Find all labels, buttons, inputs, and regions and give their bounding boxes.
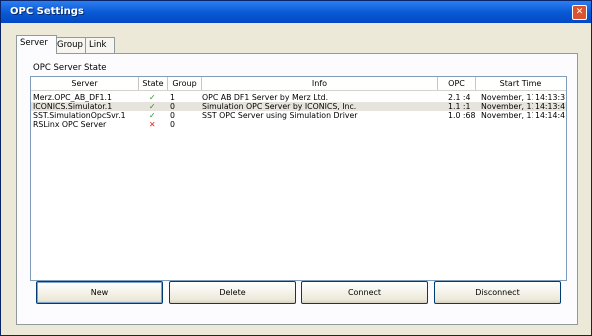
list-item[interactable]: Merz.OPC_AB_DF1.1 ✓ 1 OPC AB DF1 Server … (31, 93, 566, 102)
close-icon[interactable]: ✕ (572, 5, 587, 20)
tab-link[interactable]: Link (85, 37, 115, 53)
start-date: November, 11 (481, 93, 533, 102)
list-item[interactable]: RSLinx OPC Server ✕ 0 (31, 120, 566, 129)
start-time: 14:13:49 (535, 102, 565, 111)
column-header-state[interactable]: State (139, 77, 168, 90)
start-date: November, 11 (481, 102, 533, 111)
list-item[interactable]: SST.SimulationOpcSvr.1 ✓ 0 SST OPC Serve… (31, 111, 566, 120)
column-header-opc[interactable]: OPC (438, 77, 476, 90)
column-header-info[interactable]: Info (202, 77, 438, 90)
start-time: 14:14:40 (535, 111, 565, 120)
start-date: November, 11 (481, 111, 533, 120)
group-count: 0 (170, 120, 175, 129)
opc-settings-window: OPC Settings ✕ Server Group Link OPC Ser… (0, 0, 592, 336)
column-header-group[interactable]: Group (168, 77, 202, 90)
state-ok-icon: ✓ (149, 102, 156, 111)
server-name: Merz.OPC_AB_DF1.1 (33, 93, 112, 102)
opc-version: 1.1 :1 (448, 102, 471, 111)
server-info: SST OPC Server using Simulation Driver (202, 111, 358, 120)
group-count: 0 (170, 102, 175, 111)
list-header: Server State Group Info OPC Start Time (31, 77, 566, 91)
server-info: Simulation OPC Server by ICONICS, Inc. (202, 102, 357, 111)
section-title: OPC Server State (33, 63, 107, 73)
state-ok-icon: ✓ (149, 93, 156, 102)
opc-version: 2.1 :4 (448, 93, 471, 102)
column-header-start-time[interactable]: Start Time (476, 77, 565, 90)
server-name: ICONICS.Simulator.1 (33, 102, 113, 111)
group-count: 1 (170, 93, 175, 102)
new-button[interactable]: New (36, 281, 163, 304)
list-item[interactable]: ICONICS.Simulator.1 ✓ 0 Simulation OPC S… (31, 102, 566, 111)
window-title: OPC Settings (10, 6, 84, 17)
state-ok-icon: ✓ (149, 111, 156, 120)
start-time: 14:13:30 (535, 93, 565, 102)
opc-server-list[interactable]: Server State Group Info OPC Start Time M… (30, 76, 567, 281)
tab-server[interactable]: Server (16, 35, 57, 54)
server-name: RSLinx OPC Server (33, 120, 107, 129)
server-name: SST.SimulationOpcSvr.1 (33, 111, 126, 120)
group-count: 0 (170, 111, 175, 120)
disconnect-button[interactable]: Disconnect (434, 281, 561, 304)
server-info: OPC AB DF1 Server by Merz Ltd. (202, 93, 329, 102)
state-error-icon: ✕ (149, 120, 156, 129)
title-bar[interactable]: OPC Settings ✕ (1, 1, 591, 23)
column-header-server[interactable]: Server (31, 77, 139, 90)
opc-version: 1.0 :68 (448, 111, 475, 120)
connect-button[interactable]: Connect (301, 281, 428, 304)
delete-button[interactable]: Delete (169, 281, 296, 304)
